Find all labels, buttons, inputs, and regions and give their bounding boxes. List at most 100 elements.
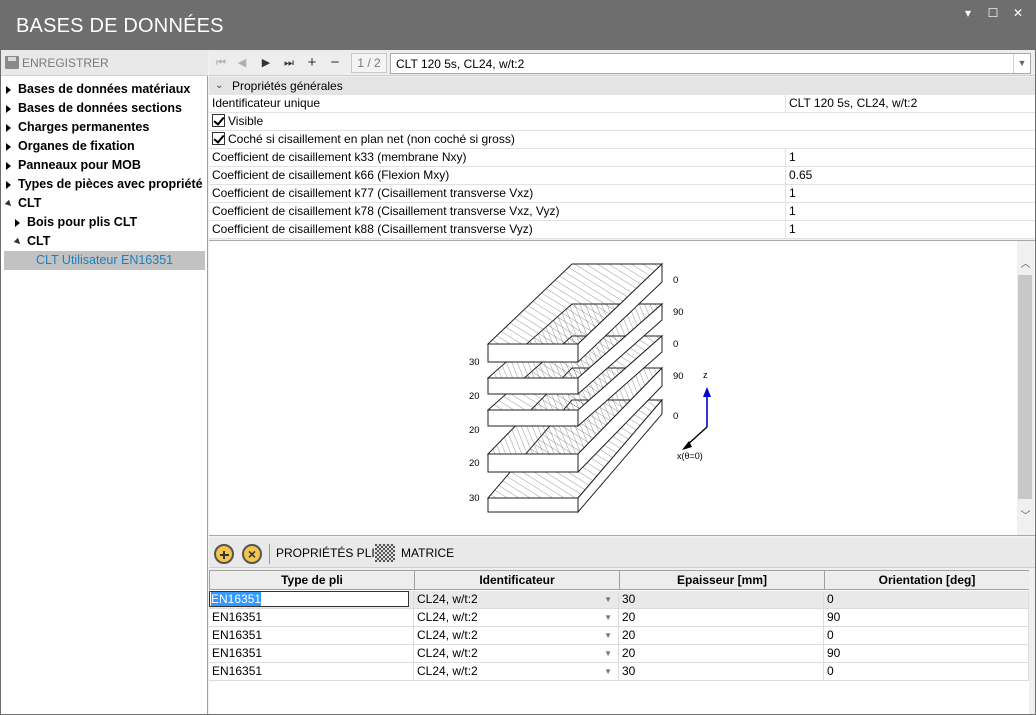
expand-arrow-icon[interactable] <box>6 143 11 151</box>
expand-arrow-icon[interactable] <box>6 124 11 132</box>
dropdown-arrow-icon[interactable]: ▼ <box>604 609 612 626</box>
tree-item-label: CLT Utilisateur EN16351 <box>36 253 174 267</box>
ply-type-cell[interactable]: EN16351 <box>209 645 414 663</box>
identifier-select[interactable]: CL24, w/t:2 ▼ <box>414 591 619 609</box>
record-select[interactable]: CLT 120 5s, CL24, w/t:2 ▼ <box>390 53 1031 74</box>
ply-type-cell[interactable]: EN16351 <box>209 609 414 627</box>
identifier-select[interactable]: CL24, w/t:2 ▼ <box>414 609 619 627</box>
close-button[interactable]: ✕ <box>1007 4 1029 22</box>
orientation-cell[interactable]: 0 <box>824 591 1029 609</box>
property-value-input[interactable]: 1 <box>785 203 1035 220</box>
add-record-icon[interactable]: + <box>302 55 322 71</box>
thickness-cell[interactable]: 20 <box>619 609 824 627</box>
table-row[interactable]: EN16351 CL24, w/t:2 ▼ 30 0 <box>209 591 1029 609</box>
tree-item-clt-ply-wood[interactable]: Bois pour plis CLT <box>1 213 208 232</box>
thickness-cell[interactable]: 20 <box>619 627 824 645</box>
thickness-label: 20 <box>469 458 480 469</box>
delete-icon: × <box>247 546 257 562</box>
orientation-label: 0 <box>673 275 678 286</box>
ply-type-cell[interactable]: EN16351 <box>209 627 414 645</box>
add-ply-button[interactable] <box>214 544 234 564</box>
column-header-ply-type[interactable]: Type de pli <box>209 570 415 590</box>
property-name: Coché si cisaillement en plan net (non c… <box>228 132 515 146</box>
matrix-button[interactable]: MATRICE <box>401 546 454 560</box>
delete-ply-button[interactable]: × <box>242 544 262 564</box>
property-value-input[interactable]: 1 <box>785 149 1035 166</box>
tree-item-permanent-loads[interactable]: Charges permanentes <box>1 118 208 137</box>
thickness-cell[interactable]: 30 <box>619 663 824 681</box>
identifier-select[interactable]: CL24, w/t:2 ▼ <box>414 663 619 681</box>
expand-arrow-icon[interactable] <box>6 105 11 113</box>
first-record-icon[interactable]: ⏮ <box>211 55 231 71</box>
plus-icon <box>223 551 225 559</box>
tree-item-material-db[interactable]: Bases de données matériaux <box>1 80 208 99</box>
tree-item-piece-types[interactable]: Types de pièces avec propriété <box>1 175 208 194</box>
main-pane: ⏮ ◀ ▶ ⏭ + − 1 / 2 CLT 120 5s, CL24, w/t:… <box>209 50 1035 714</box>
previous-record-icon[interactable]: ◀ <box>232 55 252 71</box>
orientation-cell[interactable]: 90 <box>824 609 1029 627</box>
collapse-arrow-icon[interactable] <box>13 237 23 247</box>
last-record-icon[interactable]: ⏭ <box>279 55 299 71</box>
tree-item-label: CLT <box>18 196 42 210</box>
ply-type-cell[interactable]: EN16351 <box>209 591 414 609</box>
drawing-scrollbar[interactable]: ︿ ﹀ <box>1017 241 1034 535</box>
property-name: Coefficient de cisaillement k33 (membran… <box>212 150 467 164</box>
table-row[interactable]: EN16351 CL24, w/t:2 ▼ 30 0 <box>209 663 1029 681</box>
scrollbar-thumb[interactable] <box>1018 275 1032 499</box>
orientation-cell[interactable]: 0 <box>824 627 1029 645</box>
maximize-button[interactable]: ☐ <box>982 4 1004 22</box>
expand-arrow-icon[interactable] <box>15 219 20 227</box>
dropdown-arrow-icon[interactable]: ▼ <box>604 663 612 680</box>
identifier-select[interactable]: CL24, w/t:2 ▼ <box>414 645 619 663</box>
net-shear-checkbox[interactable]: Coché si cisaillement en plan net (non c… <box>212 131 1012 148</box>
visible-checkbox[interactable]: Visible <box>212 113 784 130</box>
tree-item-section-db[interactable]: Bases de données sections <box>1 99 208 118</box>
orientation-cell[interactable]: 0 <box>824 663 1029 681</box>
column-header-thickness[interactable]: Epaisseur [mm] <box>619 570 825 590</box>
expand-arrow-icon[interactable] <box>6 162 11 170</box>
expand-arrow-icon[interactable] <box>6 181 11 189</box>
thickness-label: 30 <box>469 493 480 504</box>
table-row[interactable]: EN16351 CL24, w/t:2 ▼ 20 90 <box>209 645 1029 663</box>
tree-item-clt-user-en16351[interactable]: CLT Utilisateur EN16351 <box>4 251 205 270</box>
checkbox-checked-icon[interactable] <box>212 132 225 145</box>
minimize-button[interactable]: ▾ <box>957 4 979 22</box>
collapse-chevron-icon[interactable]: ⌄ <box>215 77 223 95</box>
save-button[interactable]: ENREGISTRER <box>1 50 208 76</box>
ply-properties-button[interactable]: PROPRIÉTÉS PLIS <box>276 546 383 560</box>
property-row: Coché si cisaillement en plan net (non c… <box>209 131 1035 149</box>
identifier-select[interactable]: CL24, w/t:2 ▼ <box>414 627 619 645</box>
thickness-cell[interactable]: 30 <box>619 591 824 609</box>
checkbox-checked-icon[interactable] <box>212 114 225 127</box>
grid-scrollbar[interactable] <box>1029 570 1035 714</box>
dropdown-arrow-icon[interactable]: ▼ <box>604 591 612 608</box>
tree-item-fasteners[interactable]: Organes de fixation <box>1 137 208 156</box>
scroll-down-icon[interactable]: ﹀ <box>1019 507 1032 522</box>
matrix-icon[interactable] <box>375 544 395 562</box>
dropdown-arrow-icon[interactable]: ▼ <box>604 645 612 662</box>
property-value-input[interactable]: 1 <box>785 185 1035 202</box>
tree-item-mob-panels[interactable]: Panneaux pour MOB <box>1 156 208 175</box>
remove-record-icon[interactable]: − <box>325 55 345 71</box>
property-name: Coefficient de cisaillement k66 (Flexion… <box>212 168 450 182</box>
column-header-identifier[interactable]: Identificateur <box>414 570 620 590</box>
property-value-input[interactable]: 1 <box>785 221 1035 238</box>
thickness-cell[interactable]: 20 <box>619 645 824 663</box>
tree-item-clt-sub[interactable]: CLT <box>1 232 208 251</box>
collapse-arrow-icon[interactable] <box>4 199 14 209</box>
property-value-input[interactable]: 0.65 <box>785 167 1035 184</box>
tree-item-clt[interactable]: CLT <box>1 194 208 213</box>
expand-arrow-icon[interactable] <box>6 86 11 94</box>
dropdown-arrow-icon[interactable]: ▼ <box>604 627 612 644</box>
next-record-icon[interactable]: ▶ <box>256 55 276 71</box>
column-header-orientation[interactable]: Orientation [deg] <box>824 570 1030 590</box>
ply-type-cell[interactable]: EN16351 <box>209 663 414 681</box>
orientation-cell[interactable]: 90 <box>824 645 1029 663</box>
table-row[interactable]: EN16351 CL24, w/t:2 ▼ 20 0 <box>209 627 1029 645</box>
table-row[interactable]: EN16351 CL24, w/t:2 ▼ 20 90 <box>209 609 1029 627</box>
property-value-input[interactable]: CLT 120 5s, CL24, w/t:2 <box>785 95 1035 112</box>
chevron-down-icon[interactable]: ▼ <box>1013 54 1030 73</box>
general-properties-header[interactable]: ⌄ Propriétés générales <box>209 77 1035 95</box>
scroll-up-icon[interactable]: ︿ <box>1019 255 1032 270</box>
ply-type-input[interactable]: EN16351 <box>209 591 409 607</box>
